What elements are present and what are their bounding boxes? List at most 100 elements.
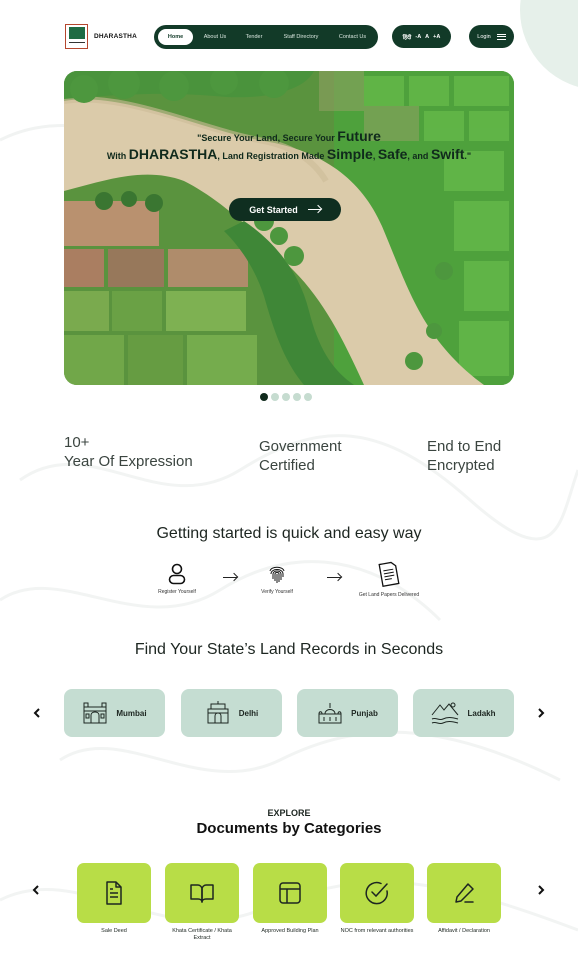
get-started-button[interactable]: Get Started <box>229 198 341 221</box>
stat-certified: Government Certified <box>259 437 342 475</box>
india-gate-icon <box>207 701 229 724</box>
step-label: Register Yourself <box>158 589 196 595</box>
state-card-punjab[interactable]: Punjab <box>297 689 398 737</box>
category-card[interactable] <box>427 863 501 923</box>
chevron-left-icon[interactable] <box>31 707 43 719</box>
category-building-plan[interactable]: Approved Building Plan <box>253 863 327 935</box>
hero-highlight-swift: Swift <box>430 146 465 162</box>
chevron-right-icon[interactable] <box>535 707 547 719</box>
step-verify: Verify Yourself <box>254 563 300 595</box>
arrow-right-icon <box>307 209 321 210</box>
category-card[interactable] <box>77 863 151 923</box>
stat-label: Year Of Expression <box>64 453 193 470</box>
stat-label: Encrypted <box>427 457 495 474</box>
person-icon <box>168 563 186 585</box>
step-register: Register Yourself <box>153 563 201 595</box>
nav-staff-directory[interactable]: Staff Directory <box>271 29 331 45</box>
hero-line-1: "Secure Your Land, Secure Your Future <box>64 128 514 144</box>
font-increase-button[interactable]: +A <box>433 34 440 40</box>
font-reset-button[interactable]: A <box>425 34 429 40</box>
stat-value: 10+ <box>64 434 90 451</box>
hero-text-segment: "Secure Your Land, Secure Your <box>197 133 338 143</box>
carousel-dots <box>260 393 312 401</box>
category-label: Approved Building Plan <box>261 928 319 934</box>
category-card[interactable] <box>340 863 414 923</box>
category-card[interactable] <box>253 863 327 923</box>
login-button[interactable]: Login <box>469 25 514 48</box>
category-label: Affidavit / Declaration <box>438 928 490 934</box>
arrow-right-icon <box>223 577 237 579</box>
step-label: Get Land Papers Delivered <box>358 592 420 598</box>
get-started-label: Get Started <box>249 204 298 215</box>
golden-temple-icon <box>318 703 342 724</box>
hero-text-segment: , Land Registration Made <box>217 151 327 161</box>
menu-icon <box>496 33 506 40</box>
stat-experience: 10+ Year Of Expression <box>64 433 193 471</box>
hero-highlight-safe: Safe <box>377 146 408 162</box>
carousel-dot[interactable] <box>304 393 312 401</box>
nav-contact-us[interactable]: Contact Us <box>331 29 374 45</box>
stat-value: Government <box>259 438 342 455</box>
check-circle-icon <box>365 881 388 905</box>
file-text-icon <box>106 881 122 905</box>
carousel-dot[interactable] <box>271 393 279 401</box>
book-open-icon <box>190 884 214 903</box>
carousel-dot[interactable] <box>260 393 268 401</box>
category-label: NOC from relevant authorities <box>340 928 414 934</box>
arrow-right-icon <box>327 577 341 579</box>
hero-highlight-simple: Simple <box>326 146 373 162</box>
category-khata[interactable]: Khata Certificate / Khata Extract <box>165 863 239 942</box>
stat-label: Certified <box>259 457 315 474</box>
hero-aerial-image <box>64 71 514 385</box>
step-delivered: Get Land Papers Delivered <box>353 560 425 598</box>
category-affidavit[interactable]: Affidavit / Declaration <box>427 863 501 935</box>
chevron-left-icon[interactable] <box>30 884 42 896</box>
stat-value: End to End <box>427 438 502 455</box>
nav-home[interactable]: Home <box>158 29 193 45</box>
categories-eyebrow: EXPLORE <box>267 808 311 818</box>
states-title: Find Your State’s Land Records in Second… <box>134 641 444 658</box>
step-label: Verify Yourself <box>261 589 293 595</box>
fingerprint-icon <box>269 566 285 583</box>
state-name: Punjab <box>351 708 378 718</box>
mountain-lake-icon <box>432 702 459 725</box>
state-card-ladakh[interactable]: Ladakh <box>413 689 514 737</box>
accessibility-controls: हिंदी -A A +A <box>392 25 451 48</box>
hero-highlight-brand: DHARASTHA <box>128 146 218 162</box>
font-decrease-button[interactable]: -A <box>415 34 421 40</box>
hero-highlight-future: Future <box>337 128 381 144</box>
category-label: Sale Deed <box>101 928 127 934</box>
category-sale-deed[interactable]: Sale Deed <box>77 863 151 935</box>
carousel-dot[interactable] <box>293 393 301 401</box>
hero-text-segment: With <box>106 151 129 161</box>
logo-icon <box>65 24 88 49</box>
category-card[interactable] <box>165 863 239 923</box>
gateway-icon <box>83 702 107 724</box>
hero-banner: "Secure Your Land, Secure Your Future Wi… <box>64 71 514 385</box>
state-card-mumbai[interactable]: Mumbai <box>64 689 165 737</box>
main-nav: Home About Us Tender Staff Directory Con… <box>154 25 378 49</box>
state-name: Mumbai <box>116 708 147 718</box>
document-icon <box>378 561 400 587</box>
layout-icon <box>279 882 301 904</box>
state-card-delhi[interactable]: Delhi <box>181 689 282 737</box>
nav-tender[interactable]: Tender <box>237 29 271 45</box>
brand-name: DHARASTHA <box>94 33 137 40</box>
language-toggle[interactable]: हिंदी <box>403 33 412 41</box>
category-label: Khata Certificate / Khata Extract <box>172 928 232 941</box>
carousel-dot[interactable] <box>282 393 290 401</box>
site-header: DHARASTHA Home About Us Tender Staff Dir… <box>65 22 514 52</box>
steps-title: Getting started is quick and easy way <box>156 525 422 542</box>
hero-line-2: With DHARASTHA, Land Registration Made S… <box>64 146 514 162</box>
chevron-right-icon[interactable] <box>535 884 547 896</box>
nav-about-us[interactable]: About Us <box>193 29 237 45</box>
brand[interactable]: DHARASTHA <box>65 24 137 49</box>
category-noc[interactable]: NOC from relevant authorities <box>340 863 414 935</box>
categories-title: Documents by Categories <box>196 820 382 837</box>
state-name: Delhi <box>238 708 259 718</box>
state-name: Ladakh <box>467 708 496 718</box>
stat-encrypted: End to End Encrypted <box>427 437 501 475</box>
login-label: Login <box>477 33 491 40</box>
hero-text-segment: , and <box>407 151 431 161</box>
hero-text-segment: ." <box>464 151 472 161</box>
